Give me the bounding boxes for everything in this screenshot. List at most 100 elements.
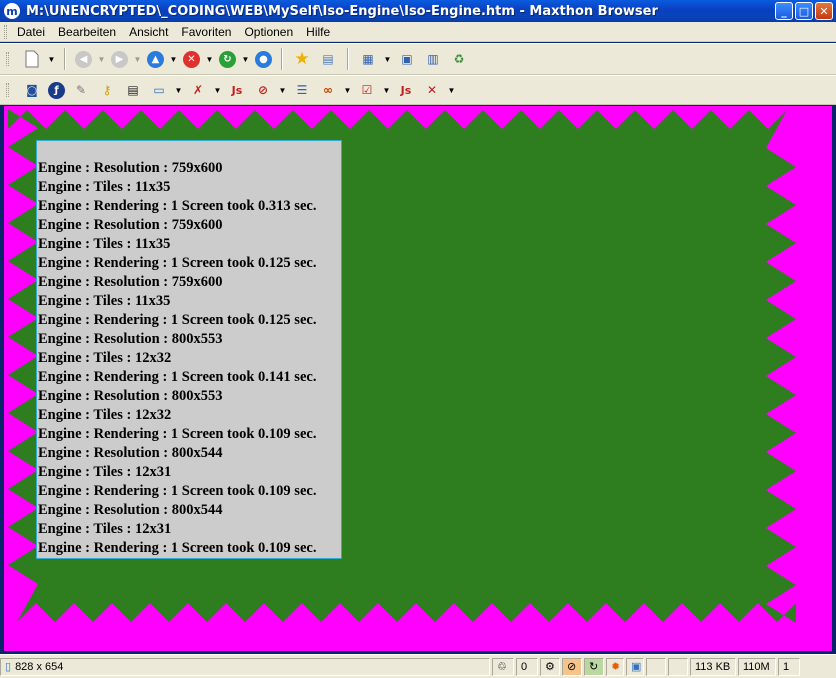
back-icon[interactable]: ◀ [75, 50, 92, 68]
chevron-down-icon[interactable]: ▼ [343, 86, 352, 95]
proxy-icon[interactable]: ▣ [626, 657, 644, 676]
log-line: Engine : Resolution : 759x600 [38, 217, 223, 233]
log-line: Engine : Tiles : 12x32 [38, 407, 172, 423]
close-all-icon[interactable]: ✕ [422, 80, 442, 100]
log-line: Engine : Resolution : 759x600 [38, 274, 223, 290]
up-icon[interactable]: ▲ [147, 50, 164, 68]
menu-favoriten[interactable]: Favoriten [181, 25, 231, 39]
javascript-icon[interactable]: Js [227, 80, 247, 100]
refresh-icon[interactable]: ↻ [219, 50, 236, 68]
menu-datei[interactable]: Datei [17, 25, 45, 39]
log-line: Engine : Tiles : 12x32 [38, 350, 172, 366]
menu-ansicht[interactable]: Ansicht [129, 25, 168, 39]
tab-count: 1 [778, 657, 800, 676]
log-line: Engine : Tiles : 11x35 [38, 179, 171, 195]
chevron-down-icon[interactable]: ▼ [447, 86, 456, 95]
log-line: Engine : Tiles : 12x31 [38, 464, 172, 480]
chevron-down-icon[interactable]: ▼ [97, 55, 106, 64]
log-line: Engine : Tiles : 11x35 [38, 236, 171, 252]
full-screen-icon[interactable]: ▣ [397, 49, 417, 69]
menu-bar: Datei Bearbeiten Ansicht Favoriten Optio… [0, 22, 836, 42]
log-line: Engine : Resolution : 800x553 [38, 388, 223, 404]
status-main: ▯ 828 x 654 [0, 657, 490, 676]
home-icon[interactable]: ● [255, 50, 272, 68]
menu-bearbeiten[interactable]: Bearbeiten [58, 25, 116, 39]
form-icon[interactable]: ▭ [149, 80, 169, 100]
maximize-icon[interactable]: □ [795, 2, 813, 20]
window-title: M:\UNENCRYPTED\_CODING\WEB\MySelf\Iso-En… [26, 3, 658, 19]
log-line: Engine : Rendering : 1 Screen took 0.125… [38, 312, 317, 328]
recycle-icon[interactable]: ♻ [449, 49, 469, 69]
key-icon[interactable]: ⚷ [97, 80, 117, 100]
log-line: Engine : Resolution : 800x553 [38, 331, 223, 347]
log-line: Engine : Rendering : 1 Screen took 0.141… [38, 369, 317, 385]
sun-icon[interactable]: ✹ [606, 657, 624, 676]
menu-optionen[interactable]: Optionen [244, 25, 293, 39]
toolbar-separator [64, 48, 66, 70]
status-empty-1 [646, 657, 666, 676]
chevron-down-icon[interactable]: ▼ [382, 86, 391, 95]
chevron-down-icon[interactable]: ▼ [383, 55, 392, 64]
document-icon[interactable]: ▤ [123, 80, 143, 100]
screenshot-icon[interactable]: ◙ [22, 80, 42, 100]
engine-log-panel: Engine : Resolution : 759x600 Engine : Ti… [36, 140, 342, 559]
list-icon[interactable]: ☰ [292, 80, 312, 100]
log-line: Engine : Resolution : 800x544 [38, 502, 223, 518]
flash-icon[interactable]: ƒ [48, 81, 65, 99]
popup-blocker-icon[interactable]: ✗ [188, 80, 208, 100]
ad-filter-icon[interactable]: ↻ [584, 657, 604, 676]
minimize-icon[interactable]: _ [775, 2, 793, 20]
tile-icon[interactable]: ▥ [423, 49, 443, 69]
log-line: Engine : Tiles : 12x31 [38, 521, 172, 537]
main-toolbar: ▼ ◀ ▼ ▶ ▼ ▲ ▼ ✕ ▼ ↻ ▼ ● ★ ▤ ▦ ▼ ▣ ▥ ♻ [0, 43, 836, 75]
check-icon[interactable]: ☑ [357, 80, 377, 100]
plugin-toolbar: ◙ ƒ ✎ ⚷ ▤ ▭ ▼ ✗ ▼ Js ⊘ ▼ ☰ ∞ ▼ ☑ ▼ Js ✕ … [0, 75, 836, 105]
memory-usage: 110M [738, 657, 776, 676]
log-line: Engine : Resolution : 759x600 [38, 160, 223, 176]
title-bar[interactable]: m M:\UNENCRYPTED\_CODING\WEB\MySelf\Iso-… [0, 0, 836, 22]
link-icon[interactable]: ✎ [71, 80, 91, 100]
toolbar-grip[interactable] [4, 24, 7, 39]
log-line: Engine : Resolution : 800x544 [38, 445, 223, 461]
collection-icon[interactable]: ▤ [318, 49, 338, 69]
popup-filter-icon[interactable]: ⊘ [562, 657, 582, 676]
chevron-down-icon[interactable]: ▼ [133, 55, 142, 64]
chevron-down-icon[interactable]: ▼ [169, 55, 178, 64]
page-size: 113 KB [690, 657, 736, 676]
toolbar-separator [347, 48, 349, 70]
page-viewport[interactable]: Engine : Resolution : 759x600 Engine : Ti… [4, 106, 832, 651]
closed-count: 0 [516, 657, 538, 676]
chevron-down-icon[interactable]: ▼ [278, 86, 287, 95]
status-empty-2 [668, 657, 688, 676]
favorites-icon[interactable]: ★ [292, 49, 312, 69]
log-line: Engine : Rendering : 1 Screen took 0.109… [38, 540, 317, 556]
block-icon[interactable]: ⊘ [253, 80, 273, 100]
chevron-down-icon[interactable]: ▼ [241, 55, 250, 64]
screen-size-icon: ▯ [5, 661, 12, 673]
chevron-down-icon[interactable]: ▼ [47, 55, 56, 64]
close-icon[interactable]: ✕ [815, 2, 833, 20]
forward-icon[interactable]: ▶ [111, 50, 128, 68]
log-line: Engine : Rendering : 1 Screen took 0.313… [38, 198, 317, 214]
status-bar: ▯ 828 x 654 ♲ 0 ⚙ ⊘ ↻ ✹ ▣ 113 KB 110M 1 [0, 654, 836, 678]
maxthon-logo-icon[interactable]: m [4, 3, 20, 19]
screen-size-text: 828 x 654 [15, 660, 64, 673]
menu-hilfe[interactable]: Hilfe [306, 25, 330, 39]
log-line: Engine : Rendering : 1 Screen took 0.109… [38, 426, 317, 442]
toolbar-grip[interactable] [6, 83, 9, 97]
log-line: Engine : Rendering : 1 Screen took 0.109… [38, 483, 317, 499]
chevron-down-icon[interactable]: ▼ [213, 86, 222, 95]
log-line: Engine : Tiles : 11x35 [38, 293, 171, 309]
browser-window: m M:\UNENCRYPTED\_CODING\WEB\MySelf\Iso-… [0, 0, 836, 678]
javascript-off-icon[interactable]: Js [396, 80, 416, 100]
log-line: Engine : Rendering : 1 Screen took 0.125… [38, 255, 317, 271]
trash-icon[interactable]: ♲ [492, 657, 514, 676]
toolbar-grip[interactable] [6, 52, 9, 66]
chevron-down-icon[interactable]: ▼ [205, 55, 214, 64]
new-page-icon[interactable] [22, 49, 42, 69]
network-icon[interactable]: ⚙ [540, 657, 560, 676]
chevron-down-icon[interactable]: ▼ [174, 86, 183, 95]
plugin-icon[interactable]: ∞ [318, 80, 338, 100]
window-layout-icon[interactable]: ▦ [358, 49, 378, 69]
stop-icon[interactable]: ✕ [183, 50, 200, 68]
